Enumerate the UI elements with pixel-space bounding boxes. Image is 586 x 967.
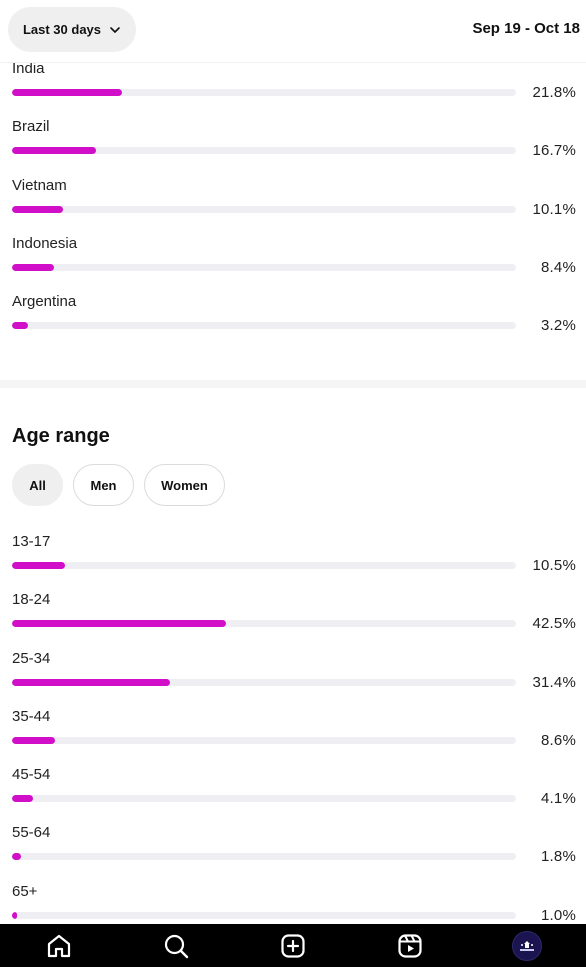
percent-value: 16.7% (532, 142, 576, 159)
percent-value: 8.6% (541, 732, 576, 749)
age-row: 55-64 1.8% (0, 824, 586, 882)
nav-home[interactable] (29, 924, 89, 967)
age-row: 35-44 8.6% (0, 708, 586, 766)
section-divider (0, 380, 586, 388)
percent-value: 8.4% (541, 259, 576, 276)
search-icon (164, 934, 188, 958)
bar-fill (12, 679, 171, 686)
filter-men-button[interactable]: Men (73, 464, 134, 506)
top-header: Last 30 days Sep 19 - Oct 18 (0, 0, 586, 63)
bar-track (12, 620, 516, 627)
filter-women-button[interactable]: Women (144, 464, 225, 506)
date-range-dropdown-label: Last 30 days (22, 22, 102, 37)
profile-avatar (512, 930, 543, 961)
avatar-emblem-icon (520, 940, 535, 951)
country-row: Brazil 16.7% (0, 118, 586, 176)
age-label: 65+ (12, 883, 38, 900)
home-icon (47, 934, 70, 957)
bar-fill (12, 322, 29, 329)
chevron-down-icon (110, 26, 120, 33)
age-row: 18-24 42.5% (0, 591, 586, 649)
age-label: 13-17 (12, 533, 51, 550)
filter-all-button[interactable]: All (12, 464, 63, 506)
reels-icon (398, 933, 422, 958)
nav-create[interactable] (263, 924, 323, 967)
age-label: 35-44 (12, 708, 51, 725)
bar-fill (12, 147, 97, 154)
bar-track (12, 264, 516, 271)
bar-fill (12, 89, 122, 96)
percent-value: 10.5% (532, 557, 576, 574)
percent-value: 21.8% (532, 84, 576, 101)
bar-track (12, 853, 516, 860)
age-label: 55-64 (12, 824, 51, 841)
nav-reels[interactable] (380, 924, 440, 967)
bar-fill (12, 206, 63, 213)
country-row: India 21.8% (0, 60, 586, 118)
bar-track (12, 206, 516, 213)
percent-value: 3.2% (541, 317, 576, 334)
gender-filter-group: All Men Women (12, 464, 225, 506)
age-row: 25-34 31.4% (0, 650, 586, 708)
bar-fill (12, 264, 55, 271)
age-label: 45-54 (12, 766, 51, 783)
percent-value: 1.0% (541, 907, 576, 924)
country-label: Brazil (12, 118, 50, 135)
create-icon (281, 933, 305, 958)
bar-fill (12, 737, 56, 744)
percent-value: 4.1% (541, 790, 576, 807)
age-row: 13-17 10.5% (0, 533, 586, 591)
age-row: 45-54 4.1% (0, 766, 586, 824)
percent-value: 42.5% (532, 615, 576, 632)
bar-track (12, 562, 516, 569)
country-row: Indonesia 8.4% (0, 235, 586, 293)
bar-fill (12, 562, 65, 569)
bar-track (12, 89, 516, 96)
date-range-text: Sep 19 - Oct 18 (472, 20, 580, 37)
country-row: Argentina 3.2% (0, 293, 586, 351)
percent-value: 31.4% (532, 674, 576, 691)
bar-fill (12, 912, 18, 919)
nav-search[interactable] (146, 924, 206, 967)
age-range-title: Age range (12, 425, 110, 447)
bar-track (12, 147, 516, 154)
bar-fill (12, 620, 227, 627)
bar-track (12, 795, 516, 802)
bar-track (12, 737, 516, 744)
bar-track (12, 912, 516, 919)
country-label: Indonesia (12, 235, 78, 252)
bar-fill (12, 795, 33, 802)
bar-fill (12, 853, 22, 860)
nav-profile[interactable] (497, 924, 557, 967)
bar-track (12, 679, 516, 686)
age-label: 18-24 (12, 591, 51, 608)
bar-track (12, 322, 516, 329)
percent-value: 10.1% (532, 201, 576, 218)
percent-value: 1.8% (541, 848, 576, 865)
country-label: Argentina (12, 293, 77, 310)
country-label: Vietnam (12, 177, 67, 194)
country-row: Vietnam 10.1% (0, 177, 586, 235)
bottom-navigation (0, 924, 586, 967)
age-label: 25-34 (12, 650, 51, 667)
date-range-dropdown[interactable]: Last 30 days (8, 7, 136, 52)
